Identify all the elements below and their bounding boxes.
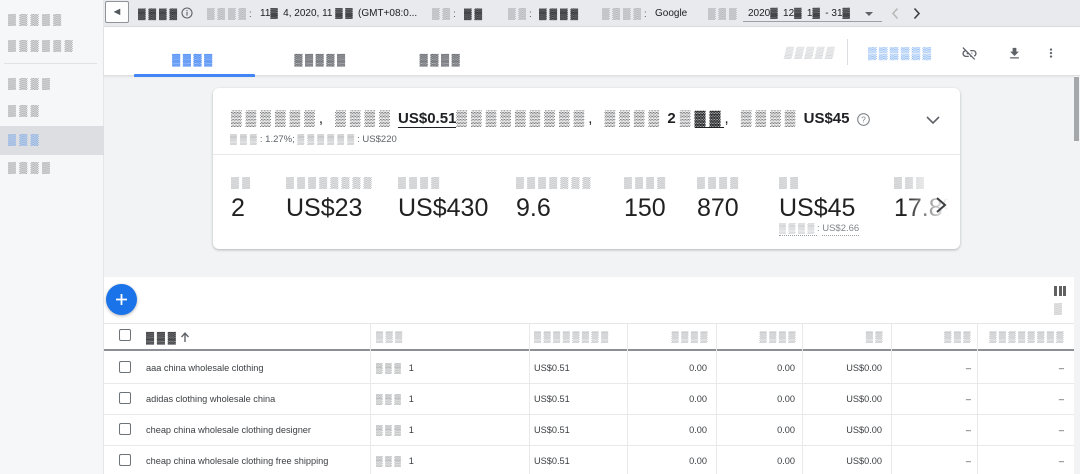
svg-text:?: ?: [861, 114, 866, 124]
